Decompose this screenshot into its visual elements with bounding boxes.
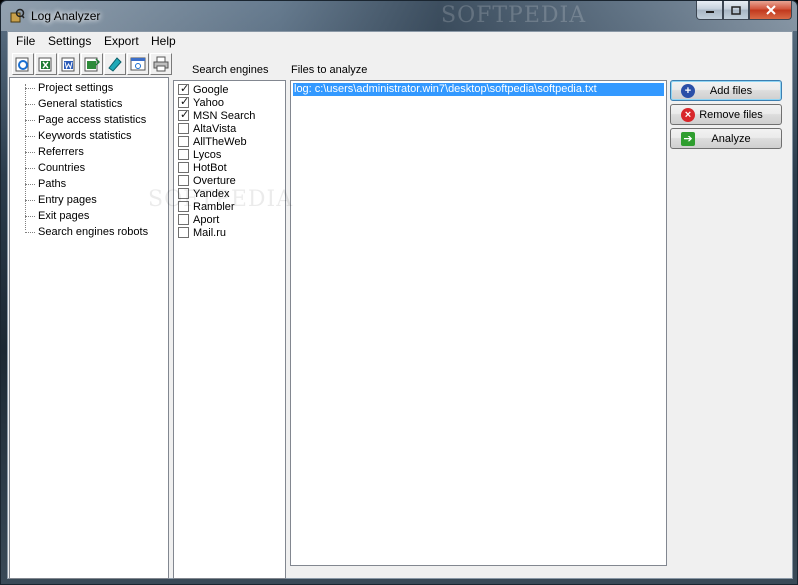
export-html-button[interactable] bbox=[127, 53, 149, 75]
add-files-button[interactable]: + Add files bbox=[670, 80, 782, 101]
analyze-label: Analyze bbox=[711, 132, 751, 145]
report-tree[interactable]: Project settings General statistics Page… bbox=[9, 77, 169, 579]
export-word-button[interactable] bbox=[58, 53, 80, 75]
tree-item-label: Referrers bbox=[38, 146, 84, 158]
remove-files-button[interactable]: × Remove files bbox=[670, 104, 782, 125]
tree-item-label: Paths bbox=[38, 178, 67, 190]
tree-item-project-settings[interactable]: Project settings bbox=[10, 80, 113, 96]
remove-files-label: Remove files bbox=[699, 108, 763, 121]
close-icon bbox=[765, 5, 776, 15]
print-icon bbox=[153, 56, 169, 72]
tree-item-label: Keywords statistics bbox=[38, 130, 132, 142]
minimize-button[interactable] bbox=[696, 1, 723, 20]
checkbox[interactable] bbox=[178, 175, 189, 186]
tree-item-label: Countries bbox=[38, 162, 86, 174]
search-engine-label: Overture bbox=[193, 174, 236, 187]
export-excel-icon bbox=[38, 57, 52, 72]
search-engine-label: Aport bbox=[193, 213, 220, 226]
title-bar[interactable]: Log Analyzer SOFTPEDIA bbox=[1, 1, 797, 31]
menu-bar: File Settings Export Help bbox=[8, 32, 792, 51]
tree-item-general-statistics[interactable]: General statistics bbox=[10, 96, 122, 112]
client-area: File Settings Export Help Project settin… bbox=[7, 31, 793, 579]
tree-item-label: General statistics bbox=[38, 98, 123, 110]
export-excel-button[interactable] bbox=[35, 53, 57, 75]
close-button[interactable] bbox=[749, 1, 792, 20]
watermark-logo: SOFTPEDIA bbox=[441, 3, 587, 28]
search-engine-label: Yahoo bbox=[193, 96, 224, 109]
tree-item-label: Page access statistics bbox=[38, 114, 147, 126]
export-html-icon bbox=[130, 57, 146, 71]
checkbox[interactable] bbox=[178, 123, 189, 134]
tree-item-entry-pages[interactable]: Entry pages bbox=[10, 192, 97, 208]
checkbox[interactable] bbox=[178, 136, 189, 147]
export-ie-button[interactable] bbox=[12, 53, 34, 75]
export-excel-alt-icon bbox=[84, 57, 100, 72]
checkbox[interactable] bbox=[178, 227, 189, 238]
tree-item-label: Exit pages bbox=[38, 210, 90, 222]
export-ie-icon bbox=[15, 57, 29, 72]
search-engine-hotbot[interactable]: HotBot bbox=[178, 161, 227, 174]
checkbox[interactable] bbox=[178, 214, 189, 225]
tree-item-exit-pages[interactable]: Exit pages bbox=[10, 208, 89, 224]
tree-item-paths[interactable]: Paths bbox=[10, 176, 66, 192]
search-engine-google[interactable]: ✓ Google bbox=[178, 83, 228, 96]
tree-item-page-access-statistics[interactable]: Page access statistics bbox=[10, 112, 146, 128]
tree-item-label: Entry pages bbox=[38, 194, 97, 206]
export-excel-alt-button[interactable] bbox=[81, 53, 103, 75]
checkbox[interactable]: ✓ bbox=[178, 109, 189, 121]
arrow-right-icon: ➔ bbox=[681, 131, 695, 146]
search-engine-label: AltaVista bbox=[193, 122, 237, 135]
checkbox[interactable] bbox=[178, 149, 189, 160]
checkbox[interactable] bbox=[178, 162, 189, 173]
file-list-item[interactable]: log: c:\users\administrator.win7\desktop… bbox=[293, 83, 664, 96]
search-engine-label: HotBot bbox=[193, 161, 227, 174]
search-engine-alltheweb[interactable]: AllTheWeb bbox=[178, 135, 247, 148]
export-word-icon bbox=[61, 57, 75, 72]
search-engine-aport[interactable]: Aport bbox=[178, 213, 219, 226]
tree-item-countries[interactable]: Countries bbox=[10, 160, 85, 176]
analyze-button[interactable]: ➔ Analyze bbox=[670, 128, 782, 149]
tree-item-referrers[interactable]: Referrers bbox=[10, 144, 84, 160]
search-engine-altavista[interactable]: AltaVista bbox=[178, 122, 236, 135]
search-engine-label: AllTheWeb bbox=[193, 135, 247, 148]
export-note-button[interactable] bbox=[104, 53, 126, 75]
files-to-analyze-label: Files to analyze bbox=[291, 64, 368, 76]
app-window: Log Analyzer SOFTPEDIA File Settings Exp… bbox=[0, 0, 798, 585]
maximize-icon bbox=[731, 5, 741, 15]
search-engines-label: Search engines bbox=[192, 64, 269, 76]
export-note-icon bbox=[108, 57, 122, 72]
search-engines-list: ✓ Google ✓ Yahoo ✓ MSN Search AltaVista All… bbox=[173, 80, 286, 579]
tree-item-search-engines-robots[interactable]: Search engines robots bbox=[10, 224, 148, 240]
menu-file[interactable]: File bbox=[12, 34, 39, 48]
tree-item-label: Project settings bbox=[38, 82, 114, 94]
checkbox[interactable]: ✓ bbox=[178, 83, 189, 95]
search-engine-mail-ru[interactable]: Mail.ru bbox=[178, 226, 226, 239]
add-files-label: Add files bbox=[709, 84, 753, 97]
menu-help[interactable]: Help bbox=[147, 34, 180, 48]
search-engine-label: MSN Search bbox=[193, 109, 256, 122]
app-icon bbox=[10, 8, 25, 23]
toolbar bbox=[12, 53, 172, 75]
search-engine-label: Mail.ru bbox=[193, 226, 227, 239]
checkbox[interactable]: ✓ bbox=[178, 96, 189, 108]
tree-item-keywords-statistics[interactable]: Keywords statistics bbox=[10, 128, 132, 144]
files-list[interactable]: log: c:\users\administrator.win7\desktop… bbox=[290, 80, 667, 566]
menu-settings[interactable]: Settings bbox=[44, 34, 95, 48]
remove-icon: × bbox=[681, 107, 695, 122]
search-engine-lycos[interactable]: Lycos bbox=[178, 148, 221, 161]
tree-item-label: Search engines robots bbox=[38, 226, 149, 238]
menu-export[interactable]: Export bbox=[100, 34, 143, 48]
minimize-icon bbox=[705, 11, 714, 13]
search-engine-yahoo[interactable]: ✓ Yahoo bbox=[178, 96, 224, 109]
maximize-button[interactable] bbox=[723, 1, 749, 20]
print-button[interactable] bbox=[150, 53, 172, 75]
watermark-logo: SOFTPEDIA bbox=[148, 187, 294, 212]
plus-icon: + bbox=[681, 83, 695, 98]
search-engine-label: Lycos bbox=[193, 148, 222, 161]
search-engine-label: Google bbox=[193, 83, 229, 96]
search-engine-overture[interactable]: Overture bbox=[178, 174, 236, 187]
search-engine-msn-search[interactable]: ✓ MSN Search bbox=[178, 109, 255, 122]
window-title: Log Analyzer bbox=[31, 9, 101, 23]
